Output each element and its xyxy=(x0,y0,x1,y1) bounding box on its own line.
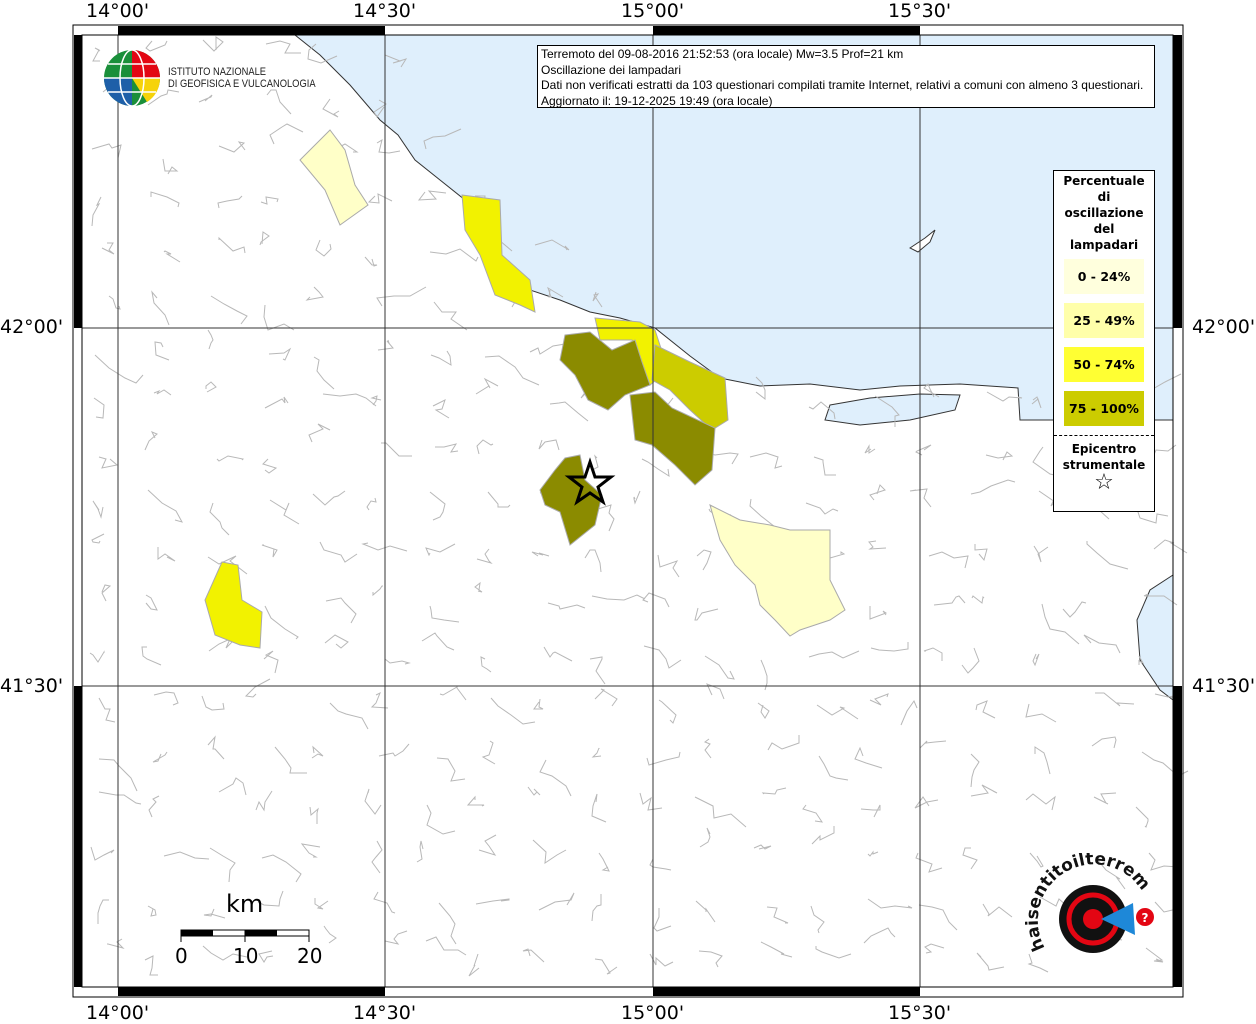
lat-tick-left: 41°30' xyxy=(0,675,64,697)
lon-tick-bottom: 14°30' xyxy=(353,1002,417,1024)
svg-text:?: ? xyxy=(1142,911,1149,925)
legend: Percentuale di oscillazione del lampadar… xyxy=(1053,170,1155,512)
scale-bar: km 0 10 20 xyxy=(175,890,322,970)
legend-star-icon: ☆ xyxy=(1094,470,1114,495)
globe-icon xyxy=(104,49,161,107)
haisentito-logo[interactable]: ? haisentitoilterremoto.it xyxy=(1025,853,1170,978)
ingv-logo: ISTITUTO NAZIONALE DI GEOFISICA E VULCANO… xyxy=(102,48,342,108)
lon-tick-bottom: 15°00' xyxy=(621,1002,685,1024)
legend-class-3: 75 - 100% xyxy=(1064,391,1144,426)
info-updated: Aggiornato il: 19-12-2025 19:49 (ora loc… xyxy=(541,93,773,108)
scale-label: 10 xyxy=(233,944,259,968)
legend-class-2: 50 - 74% xyxy=(1064,347,1144,382)
scale-label: 0 xyxy=(175,944,188,968)
legend-title: oscillazione xyxy=(1064,206,1144,220)
info-event: Terremoto del 09-08-2016 21:52:53 (ora l… xyxy=(541,47,904,61)
info-note: Dati non verificati estratti da 103 ques… xyxy=(541,78,1144,92)
legend-class-1: 25 - 49% xyxy=(1064,303,1144,338)
lat-tick-right: 41°30' xyxy=(1192,675,1256,697)
legend-epicenter-label: Epicentro xyxy=(1071,442,1137,456)
scale-label: 20 xyxy=(297,944,323,968)
lon-tick-top: 15°00' xyxy=(621,0,685,22)
lat-tick-right: 42°00' xyxy=(1192,316,1256,338)
ingv-line2: DI GEOFISICA E VULCANOLOGIA xyxy=(168,78,316,90)
legend-divider xyxy=(1054,435,1154,436)
legend-title: di xyxy=(1097,190,1111,204)
map-view[interactable]: 14°00' 14°30' 15°00' 15°30' 14°00' 14°30… xyxy=(0,0,1256,1024)
lon-tick-top: 15°30' xyxy=(888,0,952,22)
legend-title: Percentuale xyxy=(1063,174,1145,188)
ingv-line1: ISTITUTO NAZIONALE xyxy=(168,66,267,78)
legend-class-0: 0 - 24% xyxy=(1064,259,1144,294)
lon-tick-top: 14°30' xyxy=(353,0,417,22)
scale-unit: km xyxy=(226,890,264,918)
lon-tick-bottom: 15°30' xyxy=(888,1002,952,1024)
info-box: Terremoto del 09-08-2016 21:52:53 (ora l… xyxy=(537,45,1155,108)
info-subject: Oscillazione dei lampadari xyxy=(541,62,682,77)
haisentito-logo-graphic: ? haisentitoilterremoto.it xyxy=(1025,853,1154,954)
legend-title: lampadari xyxy=(1069,238,1139,252)
lon-tick-top: 14°00' xyxy=(86,0,150,22)
legend-title: del xyxy=(1093,222,1115,236)
lon-tick-bottom: 14°00' xyxy=(86,1002,150,1024)
lat-tick-left: 42°00' xyxy=(0,316,64,338)
